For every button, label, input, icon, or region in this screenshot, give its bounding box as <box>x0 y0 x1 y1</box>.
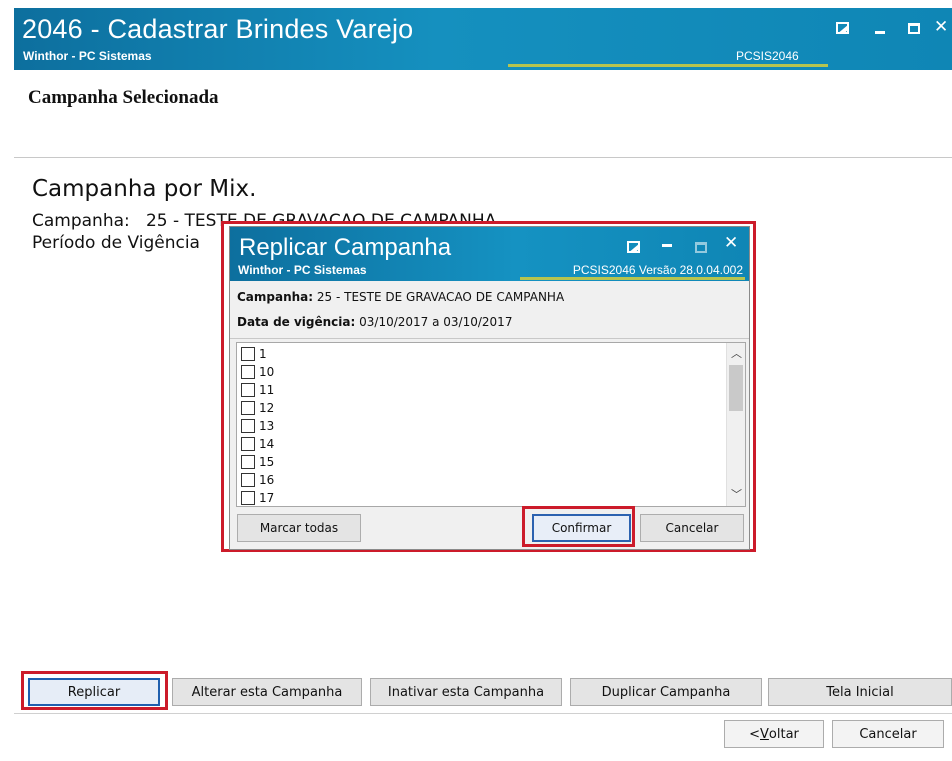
checkbox[interactable] <box>241 346 255 361</box>
campaign-label: Campanha: <box>32 211 130 231</box>
dialog-cancelar-button[interactable]: Cancelar <box>640 514 744 542</box>
list-item[interactable]: 14 <box>241 435 274 452</box>
list-item-label: 11 <box>259 382 275 397</box>
list-item[interactable]: 13 <box>241 417 274 434</box>
checkbox[interactable] <box>241 364 255 379</box>
inativar-campanha-button[interactable]: Inativar esta Campanha <box>370 678 562 706</box>
page-heading: Campanha Selecionada <box>28 87 219 108</box>
dialog-minimize-icon[interactable] <box>662 232 672 251</box>
left-edge <box>0 0 14 761</box>
replicar-button[interactable]: Replicar <box>28 678 160 706</box>
tela-inicial-button[interactable]: Tela Inicial <box>768 678 952 706</box>
checkbox[interactable] <box>241 472 255 487</box>
scroll-up-icon[interactable]: ︿ <box>731 348 742 359</box>
checkbox[interactable] <box>241 436 255 451</box>
dialog-vigencia-label: Data de vigência: <box>237 315 356 329</box>
list-item-label: 15 <box>259 454 275 469</box>
list-item-label: 12 <box>259 400 275 415</box>
dialog-campaign-label: Campanha: <box>237 290 314 304</box>
checkbox[interactable] <box>241 490 255 505</box>
checkbox[interactable] <box>241 454 255 469</box>
dialog-campaign-value: 25 - TESTE DE GRAVACAO DE CAMPANHA <box>316 290 565 304</box>
checkbox[interactable] <box>241 400 255 415</box>
list-item-label: 17 <box>259 490 275 505</box>
list-item-label: 1 <box>259 346 267 361</box>
dialog-title: Replicar Campanha <box>239 234 452 261</box>
dialog-vigencia-value: 03/10/2017 a 03/10/2017 <box>359 315 513 329</box>
voltar-prefix: < <box>749 726 760 742</box>
alterar-campanha-button[interactable]: Alterar esta Campanha <box>172 678 362 706</box>
list-item-label: 16 <box>259 472 275 487</box>
footer-divider <box>14 713 952 714</box>
list-item[interactable]: 15 <box>241 453 274 470</box>
duplicar-campanha-button[interactable]: Duplicar Campanha <box>570 678 762 706</box>
list-item-label: 13 <box>259 418 275 433</box>
dialog-edit-icon[interactable] <box>627 238 640 257</box>
period-label: Período de Vigência <box>32 233 200 253</box>
close-icon[interactable]: ✕ <box>934 17 948 37</box>
voltar-button[interactable]: < Voltar <box>724 720 824 748</box>
confirmar-button[interactable]: Confirmar <box>532 514 631 542</box>
voltar-accel: V <box>760 726 769 742</box>
list-item[interactable]: 16 <box>241 471 274 488</box>
list-item-label: 14 <box>259 436 275 451</box>
store-list[interactable]: 1 10 11 12 13 14 15 16 17 ︿ ﹀ <box>236 342 746 507</box>
dialog-info: Campanha: 25 - TESTE DE GRAVACAO DE CAMP… <box>230 281 749 339</box>
maximize-icon[interactable] <box>908 20 920 38</box>
dialog-subtitle: Winthor - PC Sistemas <box>238 263 367 277</box>
window-subtitle: Winthor - PC Sistemas <box>23 49 152 63</box>
checkbox[interactable] <box>241 418 255 433</box>
dialog-close-icon[interactable]: ✕ <box>724 233 738 253</box>
list-scrollbar[interactable]: ︿ ﹀ <box>726 343 745 506</box>
scroll-down-icon[interactable]: ﹀ <box>731 489 742 500</box>
voltar-rest: oltar <box>768 726 799 742</box>
list-item[interactable]: 17 <box>241 489 274 506</box>
dialog-maximize-icon[interactable] <box>695 238 707 257</box>
window-code: PCSIS2046 <box>736 49 799 63</box>
list-item[interactable]: 12 <box>241 399 274 416</box>
list-item[interactable]: 10 <box>241 363 274 380</box>
title-stripe <box>508 64 828 67</box>
title-bar: 2046 - Cadastrar Brindes Varejo Winthor … <box>14 8 952 70</box>
checkbox[interactable] <box>241 382 255 397</box>
window-title: 2046 - Cadastrar Brindes Varejo <box>22 14 414 44</box>
list-item[interactable]: 11 <box>241 381 274 398</box>
dialog-campaign-row: Campanha: 25 - TESTE DE GRAVACAO DE CAMP… <box>237 290 564 304</box>
list-item[interactable]: 1 <box>241 345 267 362</box>
scroll-thumb[interactable] <box>729 365 743 411</box>
minimize-icon[interactable] <box>875 20 885 38</box>
cancelar-button[interactable]: Cancelar <box>832 720 944 748</box>
dialog-vigencia-row: Data de vigência: 03/10/2017 a 03/10/201… <box>237 315 512 329</box>
dialog-title-bar: Replicar Campanha Winthor - PC Sistemas … <box>230 227 749 281</box>
campaign-type-title: Campanha por Mix. <box>32 176 257 202</box>
period-line: Período de Vigência <box>32 233 200 253</box>
marcar-todas-button[interactable]: Marcar todas <box>237 514 361 542</box>
edit-icon[interactable] <box>836 20 849 38</box>
dialog-stripe <box>520 277 745 280</box>
header-area: Campanha Selecionada <box>14 70 952 158</box>
list-item-label: 10 <box>259 364 275 379</box>
dialog-version: PCSIS2046 Versão 28.0.04.002 <box>572 263 743 277</box>
replicar-dialog: Replicar Campanha Winthor - PC Sistemas … <box>229 226 750 550</box>
